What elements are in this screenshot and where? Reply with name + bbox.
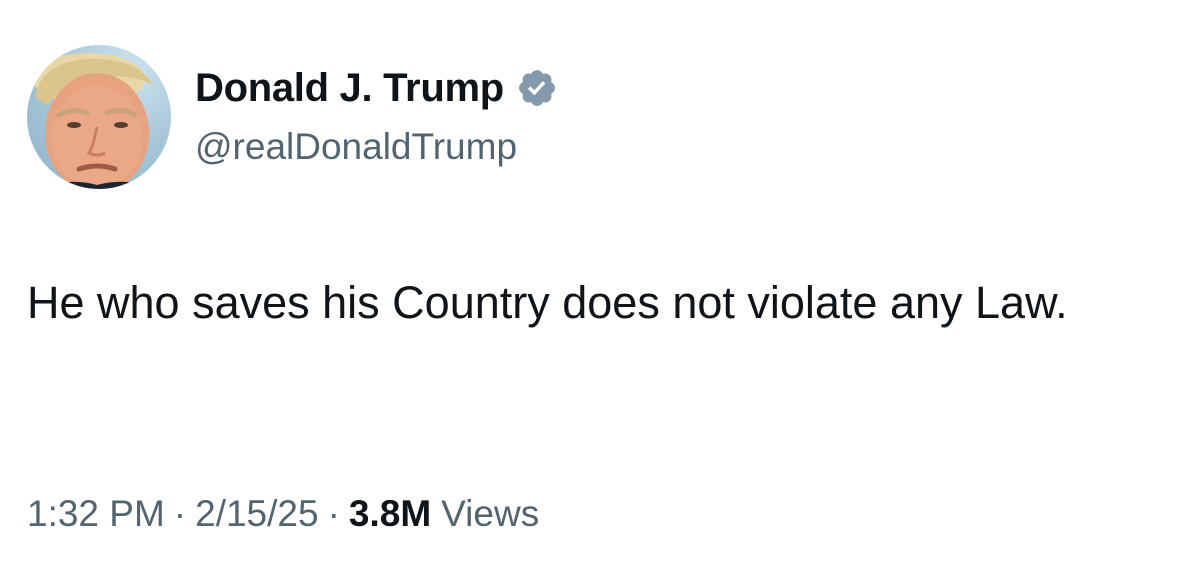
meta-separator: · (327, 493, 340, 534)
author-block: Donald J. Trump @realDonaldTrump (195, 62, 558, 168)
handle[interactable]: @realDonaldTrump (195, 126, 558, 168)
tweet-time[interactable]: 1:32 PM (27, 493, 165, 535)
views-label[interactable]: Views (441, 493, 539, 535)
meta-separator: · (173, 493, 187, 534)
tweet-card: Donald J. Trump @realDonaldTrump He who … (0, 0, 1200, 576)
verified-badge-icon (516, 67, 558, 109)
tweet-meta: 1:32 PM · 2/15/25 · 3.8M Views (27, 493, 539, 535)
views-count[interactable]: 3.8M (349, 493, 431, 535)
avatar[interactable] (27, 45, 171, 189)
name-row: Donald J. Trump (195, 62, 558, 114)
display-name[interactable]: Donald J. Trump (195, 66, 504, 111)
avatar-photo-icon (33, 53, 161, 189)
tweet-text: He who saves his Country does not violat… (27, 277, 1068, 328)
tweet-date[interactable]: 2/15/25 (195, 493, 318, 535)
